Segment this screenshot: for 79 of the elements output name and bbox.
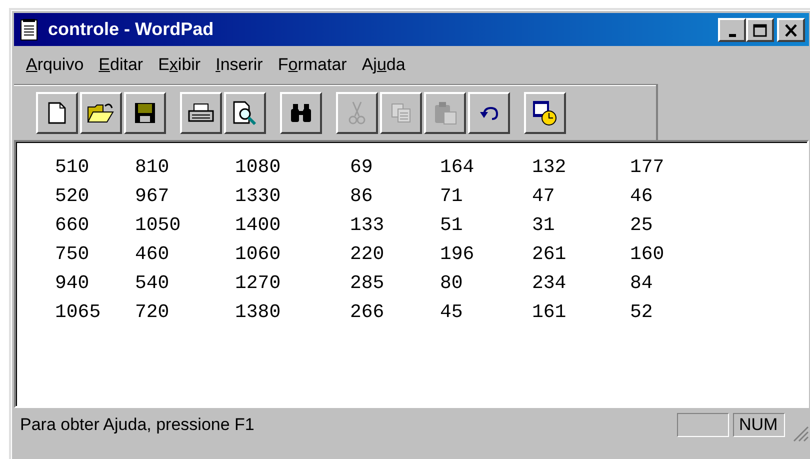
maximize-icon: [753, 24, 767, 36]
new-button[interactable]: [36, 92, 78, 134]
number-text: 80: [440, 272, 464, 294]
number-text: 940: [55, 272, 90, 294]
number-text: 285: [350, 272, 386, 294]
number-text: 1060: [235, 242, 282, 264]
number-text: 1400: [235, 214, 282, 236]
copy-icon: [390, 102, 412, 124]
number-text: 266: [350, 300, 386, 322]
folder-icon: [87, 102, 115, 124]
number-text: 46: [630, 184, 654, 206]
status-panel: [677, 413, 729, 437]
number-text: 196: [440, 242, 476, 264]
close-button[interactable]: [777, 18, 805, 42]
number-text: 520: [55, 184, 90, 206]
number-text: 720: [135, 300, 170, 322]
number-text: 460: [135, 242, 170, 264]
preview-button[interactable]: [224, 92, 266, 134]
window-title: controle - WordPad: [48, 19, 215, 40]
minimize-button[interactable]: [718, 18, 746, 42]
menu-item[interactable]: Exibir: [152, 53, 209, 77]
undo-button[interactable]: [468, 92, 510, 134]
number-text: 51: [440, 214, 464, 236]
number-text: 234: [532, 272, 568, 294]
print-button[interactable]: [180, 92, 222, 134]
number-text: 45: [440, 300, 464, 322]
save-button[interactable]: [124, 92, 166, 134]
number-text: 69: [350, 156, 374, 178]
open-button[interactable]: [80, 92, 122, 134]
number-text: 160: [630, 242, 666, 264]
page-magnifier-icon: [233, 100, 257, 124]
menu-item[interactable]: Formatar: [272, 53, 355, 77]
number-text: 86: [350, 184, 374, 206]
datetime-button[interactable]: [524, 92, 566, 134]
calendar-clock-icon: [532, 100, 558, 126]
number-text: 84: [630, 272, 654, 294]
find-button[interactable]: [280, 92, 322, 134]
document-area[interactable]: 510 810 1080 69 164 132 177 520 967 1330 86 71 47 46 660 1050 1400 133 51 31 25 750 460 1060 220 196 261 160 940 540 1270 285 80 234 84 1065 720 1380 266 45 161 52: [14, 140, 809, 408]
resize-grip-icon[interactable]: [791, 424, 809, 442]
number-text: 31: [532, 214, 556, 236]
number-text: 510: [55, 156, 90, 178]
undo-icon: [479, 104, 499, 120]
scissors-icon: [348, 100, 366, 124]
number-text: 25: [630, 214, 654, 236]
number-text: 132: [532, 156, 568, 178]
number-text: 133: [350, 214, 386, 236]
page-icon: [48, 102, 66, 124]
menu-item[interactable]: Inserir: [210, 53, 271, 77]
maximize-button[interactable]: [746, 18, 774, 42]
number-text: 967: [135, 184, 170, 206]
number-text: 47: [532, 184, 556, 206]
number-text: 71: [440, 184, 464, 206]
number-text: 220: [350, 242, 386, 264]
number-text: 1330: [235, 184, 282, 206]
clipboard-icon: [433, 100, 457, 124]
number-text: 1270: [235, 272, 282, 294]
number-text: 1065: [55, 300, 102, 322]
number-text: 1080: [235, 156, 282, 178]
number-text: 750: [55, 242, 90, 264]
number-text: 810: [135, 156, 170, 178]
number-text: 164: [440, 156, 476, 178]
menu-item[interactable]: Editar: [92, 53, 152, 77]
menu-item[interactable]: Arquivo: [20, 53, 92, 77]
number-text: 540: [135, 272, 170, 294]
number-text: 161: [532, 300, 568, 322]
number-text: 52: [630, 300, 654, 322]
minimize-icon: [728, 34, 736, 36]
binoculars-icon: [289, 102, 313, 122]
document-icon: [20, 18, 38, 40]
status-text: Para obter Ajuda, pressione F1: [20, 415, 256, 435]
printer-icon: [187, 102, 215, 124]
number-text: 1050: [135, 214, 182, 236]
number-text: 261: [532, 242, 568, 264]
close-icon: [784, 24, 798, 36]
status-indicator: NUM: [733, 413, 785, 437]
number-text: 660: [55, 214, 90, 236]
menu-item[interactable]: Ajuda: [356, 53, 414, 77]
number-text: 1380: [235, 300, 282, 322]
number-text: 177: [630, 156, 666, 178]
